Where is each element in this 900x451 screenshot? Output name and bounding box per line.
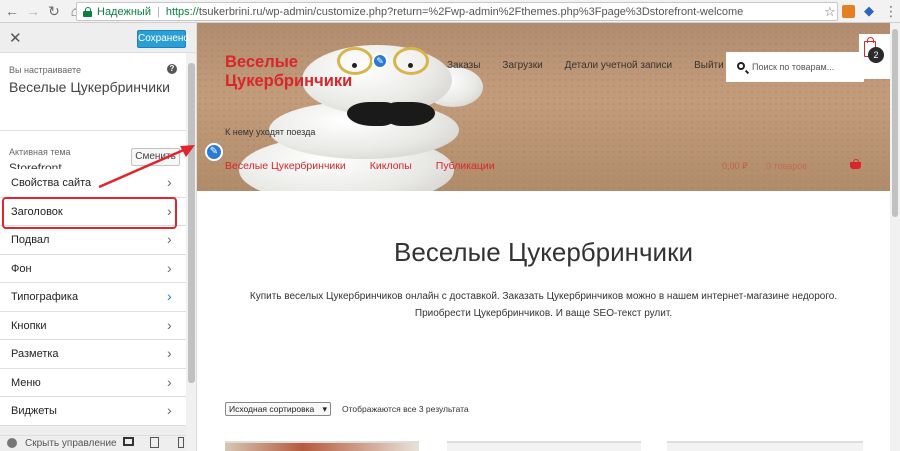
nav-link[interactable]: Детали учетной записи (565, 60, 672, 71)
chevron-right-icon: › (167, 259, 172, 276)
customizing-label: Вы настраиваете (9, 65, 82, 75)
preview-scroll-thumb[interactable] (892, 29, 898, 217)
section-label: Свойства сайта (11, 177, 92, 189)
nav-link[interactable]: Публикации (436, 160, 495, 172)
site-name[interactable]: Веселые Цукербринчики (225, 53, 365, 91)
page-title: Веселые Цукербринчики (394, 237, 693, 267)
section-label: Типографика (11, 291, 79, 303)
address-bar[interactable]: Надежный | https:// tsukerbrini.ru/wp-ad… (76, 2, 838, 21)
url-scheme: https:// (165, 5, 199, 18)
close-icon[interactable]: ✕ (9, 29, 22, 47)
product-card[interactable] (225, 441, 419, 451)
panel-scroll-thumb[interactable] (188, 63, 195, 383)
active-theme-label: Активная тема (9, 147, 71, 157)
cart-count-badge: 2 (868, 47, 884, 63)
section-label: Кнопки (11, 319, 47, 332)
secure-label: Надежный (97, 5, 151, 18)
forward-arrow-icon[interactable]: → (24, 2, 42, 20)
edit-pencil-icon[interactable]: ✎ (372, 53, 388, 69)
section-label: Фон (11, 262, 32, 275)
product-card[interactable] (667, 441, 863, 451)
star-icon[interactable]: ☆ (824, 4, 836, 20)
url-separator: | (156, 5, 160, 18)
section-buttons[interactable]: Кнопки › (0, 311, 186, 340)
save-button[interactable]: Сохранено (137, 30, 189, 48)
section-footer[interactable]: Подвал › (0, 226, 186, 255)
section-widgets[interactable]: Виджеты › (0, 397, 186, 426)
section-background[interactable]: Фон › (0, 254, 186, 283)
search-input[interactable]: Поиск по товарам... (726, 52, 864, 82)
section-label: Разметка (11, 348, 59, 360)
sort-select[interactable]: Исходная сортировка (225, 402, 331, 416)
highlight-annotation (2, 197, 177, 229)
mobile-preview-icon[interactable] (178, 437, 184, 448)
collapse-icon[interactable] (7, 438, 17, 448)
panel-footer: Скрыть управление (0, 435, 186, 451)
secondary-nav: Заказы Загрузки Детали учетной записи Вы… (447, 60, 746, 71)
cart-widget[interactable]: 2 (859, 34, 890, 79)
section-site-identity[interactable]: Свойства сайта › (0, 169, 186, 198)
header-image: Веселые Цукербринчики К нему уходят поез… (197, 23, 890, 191)
chevron-right-icon: › (167, 231, 172, 247)
customizing-info: Вы настраиваете ? Веселые Цукербринчики (0, 53, 196, 131)
nav-link[interactable]: Киклопы (370, 160, 412, 172)
help-icon[interactable]: ? (167, 64, 177, 74)
section-label: Виджеты (11, 405, 57, 417)
mustache-image (347, 98, 437, 128)
cart-total[interactable]: 0,00 ₽ (722, 161, 748, 172)
nav-link[interactable]: Заказы (447, 60, 480, 71)
nav-link[interactable]: Загрузки (502, 60, 542, 71)
chevron-right-icon: › (167, 316, 172, 333)
section-label: Подвал (11, 234, 50, 246)
edit-pencil-icon[interactable]: ✎ (205, 143, 223, 161)
section-typography[interactable]: Типографика › (0, 283, 186, 312)
chevron-right-icon: › (167, 345, 172, 361)
chevron-right-icon: › (167, 402, 172, 418)
extension-icon[interactable] (842, 5, 855, 18)
product-card[interactable] (447, 441, 641, 451)
panel-header: ✕ Сохранено (0, 23, 196, 53)
cart-items[interactable]: 0 товаров (766, 161, 807, 171)
chevron-right-icon: › (167, 288, 172, 304)
nav-link[interactable]: Выйти (694, 60, 724, 71)
intro-text: Купить веселых Цукербринчиков онлайн с д… (249, 291, 838, 319)
search-icon (737, 62, 745, 70)
primary-nav: Веселые Цукербринчики Киклопы Публикации (225, 160, 519, 172)
customizer-panel: ✕ Сохранено Вы настраиваете ? Веселые Цу… (0, 23, 197, 451)
back-arrow-icon[interactable]: ← (3, 2, 21, 20)
search-placeholder: Поиск по товарам... (752, 62, 835, 72)
section-menus[interactable]: Меню › (0, 368, 186, 397)
glasses-image (393, 47, 429, 75)
desktop-preview-icon[interactable] (123, 437, 134, 446)
section-label: Меню (11, 376, 41, 389)
chevron-right-icon: › (167, 174, 172, 190)
menu-icon[interactable]: ⋮ (884, 3, 898, 20)
chevron-right-icon: › (167, 373, 172, 390)
site-preview: Веселые Цукербринчики К нему уходят поез… (197, 23, 900, 451)
url-path: tsukerbrini.ru/wp-admin/customize.php?re… (198, 5, 744, 18)
site-title: Веселые Цукербринчики (9, 79, 170, 95)
basket-icon[interactable] (850, 159, 862, 170)
lock-icon (83, 6, 92, 17)
reload-icon[interactable]: ↻ (45, 2, 63, 20)
browser-toolbar: ← → ↻ ⌂ Надежный | https:// tsukerbrini.… (0, 0, 900, 23)
collapse-label[interactable]: Скрыть управление (25, 438, 117, 449)
section-layout[interactable]: Разметка › (0, 340, 186, 369)
tablet-preview-icon[interactable] (150, 437, 159, 448)
results-count: Отображаются все 3 результата (342, 404, 469, 414)
change-theme-button[interactable]: Сменить (131, 148, 180, 166)
nav-link[interactable]: Веселые Цукербринчики (225, 160, 346, 172)
site-tagline: К нему уходят поезда (225, 127, 316, 137)
extension-icon-2[interactable]: ◆ (862, 4, 876, 18)
